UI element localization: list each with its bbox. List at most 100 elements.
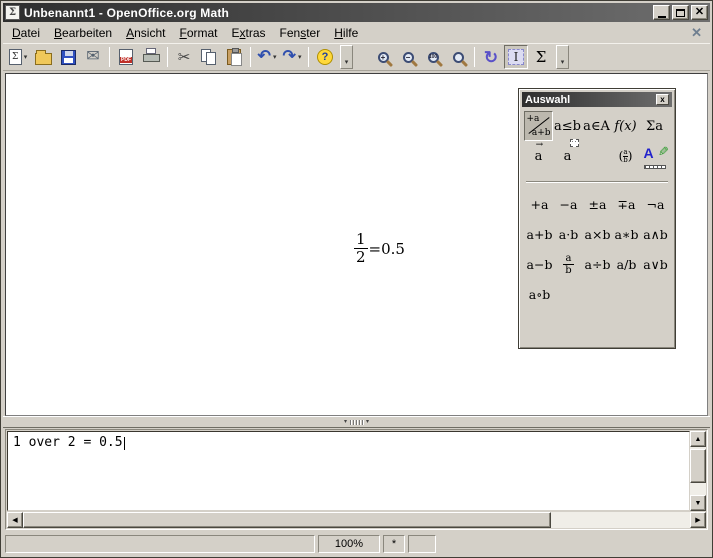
fraction: 1 2 (354, 232, 368, 266)
save-floppy-icon (61, 50, 76, 65)
symbol-a-and-b[interactable]: a∧b (643, 227, 668, 242)
category-misc[interactable]: a ·· (553, 141, 582, 171)
status-zoom-panel[interactable]: 100% (318, 535, 380, 553)
category-formats[interactable]: A ✎ (640, 141, 669, 171)
toolbar-separator (167, 47, 168, 67)
vertical-scroll-track[interactable] (690, 483, 706, 495)
symbol-a-plus-b[interactable]: a+b (527, 227, 553, 242)
symbol-a-ast-b[interactable]: a∗b (615, 227, 639, 242)
symbol-neg-a[interactable]: ¬a (647, 197, 665, 212)
command-vertical-scrollbar[interactable]: ▲ ▼ (690, 431, 706, 511)
undo-dropdown-icon[interactable]: ▾ (273, 53, 277, 61)
zoom-all-button[interactable] (446, 45, 470, 69)
command-window: 1 over 2 = 0.5 ▲ ▼ ◀ ▶ (5, 429, 708, 530)
toolbar-overflow-button[interactable]: ▾ (556, 45, 569, 69)
symbol-a-cdot-b[interactable]: a·b (559, 227, 578, 242)
category-unary-binary-operators[interactable]: +a a+b (524, 111, 553, 141)
vertical-scroll-thumb[interactable] (690, 449, 706, 483)
copy-button[interactable] (197, 45, 221, 69)
menu-hilfe[interactable]: Hilfe (327, 24, 365, 42)
rendered-formula: 1 2 =0.5 (354, 232, 405, 266)
symbol-minusplus-a[interactable]: ∓a (618, 197, 636, 212)
window-title: Unbenannt1 - OpenOffice.org Math (24, 6, 653, 20)
email-button[interactable]: ✉ (81, 45, 105, 69)
horizontal-scroll-track[interactable] (551, 512, 690, 528)
scroll-right-icon[interactable]: ▶ (690, 512, 706, 528)
symbol-a-minus-b[interactable]: a−b (527, 257, 553, 272)
cut-button[interactable]: ✂ (172, 45, 196, 69)
symbol-minus-a[interactable]: −a (560, 197, 578, 212)
copy-icon (201, 49, 217, 65)
status-message-panel (5, 535, 315, 553)
close-button[interactable]: ✕ (691, 5, 708, 20)
category-relations[interactable]: a≤b (553, 111, 582, 141)
menu-extras[interactable]: Extras (225, 24, 273, 42)
category-operators[interactable]: Σa (640, 111, 669, 141)
zoom-in-button[interactable]: + (371, 45, 395, 69)
redo-button[interactable]: ↷ ▾ (280, 45, 304, 69)
scroll-up-icon[interactable]: ▲ (690, 431, 706, 447)
zoom-100-icon: 100 (428, 52, 439, 63)
toolbar-overflow-button[interactable]: ▾ (340, 45, 353, 69)
maximize-icon (676, 9, 685, 17)
splitter-grip (350, 420, 363, 425)
help-button[interactable]: ? (313, 45, 337, 69)
menu-fenster[interactable]: Fenster (273, 24, 328, 42)
formula-rest: =0.5 (369, 240, 405, 258)
zoom-out-button[interactable]: − (396, 45, 420, 69)
symbol-a-or-b[interactable]: a∨b (643, 257, 668, 272)
palette-titlebar[interactable]: Auswahl x (522, 92, 672, 107)
symbol-plusminus-a[interactable]: ±a (589, 197, 607, 212)
scroll-down-icon[interactable]: ▼ (690, 495, 706, 511)
functions-icon: f(x) (614, 119, 636, 134)
print-icon (143, 51, 160, 65)
menu-bearbeiten[interactable]: Bearbeiten (47, 24, 119, 42)
category-set-operations[interactable]: a∈A (582, 111, 611, 141)
command-input[interactable]: 1 over 2 = 0.5 (7, 431, 690, 511)
formula-cursor-button[interactable]: I (504, 45, 528, 69)
text-cursor (124, 437, 125, 450)
undo-button[interactable]: ↶ ▾ (255, 45, 279, 69)
symbols-catalog-button[interactable]: Σ (529, 45, 553, 69)
status-modified-panel: * (383, 535, 405, 553)
paste-button[interactable] (222, 45, 246, 69)
close-document-icon[interactable]: ✕ (691, 26, 702, 39)
open-button[interactable] (31, 45, 55, 69)
maximize-button[interactable] (672, 5, 689, 20)
export-pdf-button[interactable] (114, 45, 138, 69)
horizontal-scroll-thumb[interactable] (23, 512, 551, 528)
toolbar-separator (474, 47, 475, 67)
category-brackets[interactable]: ( ab ) (611, 141, 640, 171)
redo-icon: ↷ (283, 49, 296, 65)
symbol-a-over-b[interactable]: a b (563, 253, 573, 276)
command-horizontal-scrollbar[interactable]: ◀ ▶ (7, 512, 706, 528)
symbol-a-div-b[interactable]: a÷b (585, 257, 611, 272)
set-operations-icon: a∈A (583, 119, 610, 134)
menu-datei[interactable]: Datei (5, 24, 47, 42)
symbol-a-circ-b[interactable]: a∘b (529, 287, 551, 302)
chevron-down-icon: ▾ (561, 58, 565, 66)
minimize-button[interactable] (653, 5, 670, 20)
menu-format[interactable]: Format (172, 24, 224, 42)
category-attributes[interactable]: a → (524, 141, 553, 171)
zoom-100-button[interactable]: 100 (421, 45, 445, 69)
brackets-icon: ( ab ) (619, 149, 633, 164)
refresh-icon: ↻ (484, 49, 498, 66)
category-functions[interactable]: f(x) (611, 111, 640, 141)
redo-dropdown-icon[interactable]: ▾ (298, 53, 302, 61)
menu-ansicht[interactable]: Ansicht (119, 24, 172, 42)
scroll-left-icon[interactable]: ◀ (7, 512, 23, 528)
operators-icon: Σa (646, 119, 663, 134)
symbol-a-slash-b[interactable]: a/b (617, 257, 637, 272)
symbol-a-times-b[interactable]: a×b (585, 227, 611, 242)
update-button[interactable]: ↻ (479, 45, 503, 69)
symbol-plus-a[interactable]: +a (531, 197, 549, 212)
new-dropdown-icon[interactable]: ▾ (24, 53, 28, 61)
palette-close-button[interactable]: x (656, 94, 669, 105)
print-button[interactable] (139, 45, 163, 69)
save-button[interactable] (56, 45, 80, 69)
new-formula-button[interactable]: Σ ▾ (6, 45, 30, 69)
zoom-in-icon: + (378, 52, 389, 63)
view-splitter[interactable]: ▾ ▾ (3, 416, 710, 428)
email-icon: ✉ (86, 49, 99, 65)
